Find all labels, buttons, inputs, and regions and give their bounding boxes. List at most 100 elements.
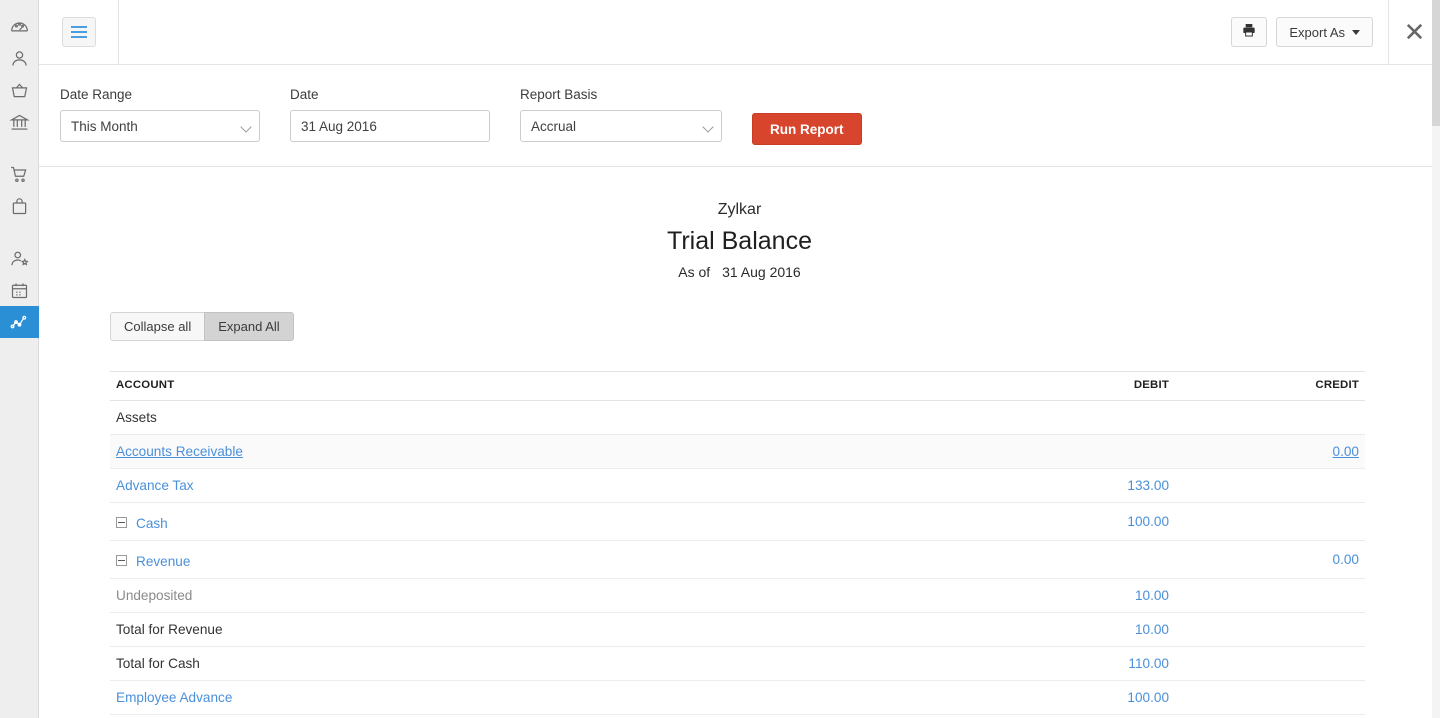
sidebar-item-dashboard[interactable] xyxy=(0,10,39,42)
debit-value[interactable]: 100.00 xyxy=(1127,514,1169,529)
expand-all-button[interactable]: Expand All xyxy=(204,312,293,341)
table-row[interactable]: Cash 100.00 xyxy=(110,503,1365,541)
sidebar-item-sales[interactable] xyxy=(0,158,39,190)
export-as-label: Export As xyxy=(1289,25,1345,40)
trial-balance-table: ACCOUNT DEBIT CREDIT Assets Accounts Rece… xyxy=(110,371,1365,715)
line-chart-icon xyxy=(9,312,30,333)
table-header-row: ACCOUNT DEBIT CREDIT xyxy=(110,372,1365,401)
organization-name: Zylkar xyxy=(39,201,1440,219)
debit-value[interactable]: 10.00 xyxy=(1135,588,1169,603)
date-input[interactable]: 31 Aug 2016 xyxy=(290,110,490,142)
export-as-button[interactable]: Export As xyxy=(1276,17,1373,47)
chevron-down-icon xyxy=(1352,30,1360,35)
report-table-wrap: ACCOUNT DEBIT CREDIT Assets Accounts Rece… xyxy=(110,371,1365,715)
account-name[interactable]: Accounts Receivable xyxy=(116,444,243,459)
hamburger-icon-bar2 xyxy=(71,31,87,33)
account-name[interactable]: Cash xyxy=(136,516,168,531)
table-row[interactable]: Advance Tax 133.00 xyxy=(110,469,1365,503)
account-cell-wrap: Total for Cash xyxy=(116,656,200,671)
asof-date: 31 Aug 2016 xyxy=(722,264,801,280)
sidebar-item-reports[interactable] xyxy=(0,306,39,338)
account-name[interactable]: Revenue xyxy=(136,554,190,569)
date-range-select-wrap: This Month xyxy=(60,110,260,142)
speedometer-icon xyxy=(9,16,30,37)
table-row[interactable]: Total for Revenue 10.00 xyxy=(110,613,1365,647)
cell-debit xyxy=(995,401,1175,435)
cell-credit xyxy=(1175,579,1365,613)
print-button[interactable] xyxy=(1231,17,1267,47)
sidebar-item-items[interactable] xyxy=(0,74,39,106)
table-row[interactable]: Employee Advance 100.00 xyxy=(110,681,1365,715)
account-name[interactable]: Advance Tax xyxy=(116,478,194,493)
person-star-icon xyxy=(9,248,30,269)
account-cell-wrap: Employee Advance xyxy=(116,690,232,705)
cell-debit: 100.00 xyxy=(995,503,1175,541)
credit-value[interactable]: 0.00 xyxy=(1333,552,1359,567)
account-name[interactable]: Employee Advance xyxy=(116,690,232,705)
date-label: Date xyxy=(290,87,490,102)
account-name: Total for Cash xyxy=(116,656,200,671)
account-name: Assets xyxy=(116,410,157,425)
debit-value[interactable]: 133.00 xyxy=(1127,478,1169,493)
table-row[interactable]: Revenue 0.00 xyxy=(110,541,1365,579)
cell-credit: 0.00 xyxy=(1175,435,1365,469)
page-scrollbar[interactable] xyxy=(1432,0,1440,718)
sidebar-item-time-tracking[interactable] xyxy=(0,242,39,274)
minus-square-icon[interactable] xyxy=(116,555,127,566)
account-cell-wrap: Advance Tax xyxy=(116,478,194,493)
toolbar-actions: Export As xyxy=(1231,17,1388,47)
account-name: Undeposited xyxy=(116,588,192,603)
cell-credit xyxy=(1175,681,1365,715)
cell-credit xyxy=(1175,503,1365,541)
account-cell-wrap: Assets xyxy=(116,410,157,425)
hamburger-icon-bar3 xyxy=(71,36,87,38)
run-report-button[interactable]: Run Report xyxy=(752,113,862,145)
debit-value[interactable]: 10.00 xyxy=(1135,622,1169,637)
credit-value[interactable]: 0.00 xyxy=(1333,444,1359,459)
cell-debit: 10.00 xyxy=(995,613,1175,647)
debit-value[interactable]: 100.00 xyxy=(1127,690,1169,705)
table-head: ACCOUNT DEBIT CREDIT xyxy=(110,372,1365,401)
table-row[interactable]: Total for Cash 110.00 xyxy=(110,647,1365,681)
printer-icon xyxy=(1241,22,1257,43)
field-date-range: Date Range This Month xyxy=(60,87,260,142)
table-row[interactable]: Assets xyxy=(110,401,1365,435)
account-cell-wrap: Total for Revenue xyxy=(116,622,223,637)
sidebar-item-accountant[interactable] xyxy=(0,274,39,306)
sidebar-item-contacts[interactable] xyxy=(0,42,39,74)
person-icon xyxy=(9,48,30,69)
cell-account: Advance Tax xyxy=(110,469,995,503)
basket-icon xyxy=(9,80,30,101)
table-row[interactable]: Accounts Receivable 0.00 xyxy=(110,435,1365,469)
cell-credit: 0.00 xyxy=(1175,541,1365,579)
cell-debit: 100.00 xyxy=(995,681,1175,715)
report-body: Zylkar Trial Balance As of 31 Aug 2016 C… xyxy=(39,167,1440,715)
cell-account: Accounts Receivable xyxy=(110,435,995,469)
account-cell-wrap: Revenue xyxy=(116,554,190,569)
collapse-all-button[interactable]: Collapse all xyxy=(110,312,204,341)
cell-account: Revenue xyxy=(110,541,995,579)
minus-square-icon[interactable] xyxy=(116,517,127,528)
cell-credit xyxy=(1175,401,1365,435)
report-basis-select-wrap: Accrual xyxy=(520,110,722,142)
column-header-credit: CREDIT xyxy=(1175,372,1365,401)
sidebar-item-banking[interactable] xyxy=(0,106,39,138)
account-cell-wrap: Undeposited xyxy=(116,588,192,603)
sidebar-item-purchases[interactable] xyxy=(0,190,39,222)
debit-value[interactable]: 110.00 xyxy=(1128,656,1169,671)
scrollbar-thumb[interactable] xyxy=(1432,0,1440,126)
date-range-select[interactable]: This Month xyxy=(60,110,260,142)
shopping-bag-icon xyxy=(9,196,30,217)
cell-debit xyxy=(995,435,1175,469)
main-panel: Export As ✕ Date Range This Month xyxy=(39,0,1440,718)
report-basis-value: Accrual xyxy=(531,119,576,134)
top-toolbar: Export As ✕ xyxy=(39,0,1440,65)
report-basis-select[interactable]: Accrual xyxy=(520,110,722,142)
field-date: Date 31 Aug 2016 xyxy=(290,87,490,142)
column-header-debit: DEBIT xyxy=(995,372,1175,401)
expand-collapse-group: Collapse all Expand All xyxy=(110,312,294,341)
menu-toggle-button[interactable] xyxy=(62,17,96,47)
page-title: Trial Balance xyxy=(39,226,1440,256)
table-row[interactable]: Undeposited 10.00 xyxy=(110,579,1365,613)
asof-label: As of xyxy=(678,264,710,280)
